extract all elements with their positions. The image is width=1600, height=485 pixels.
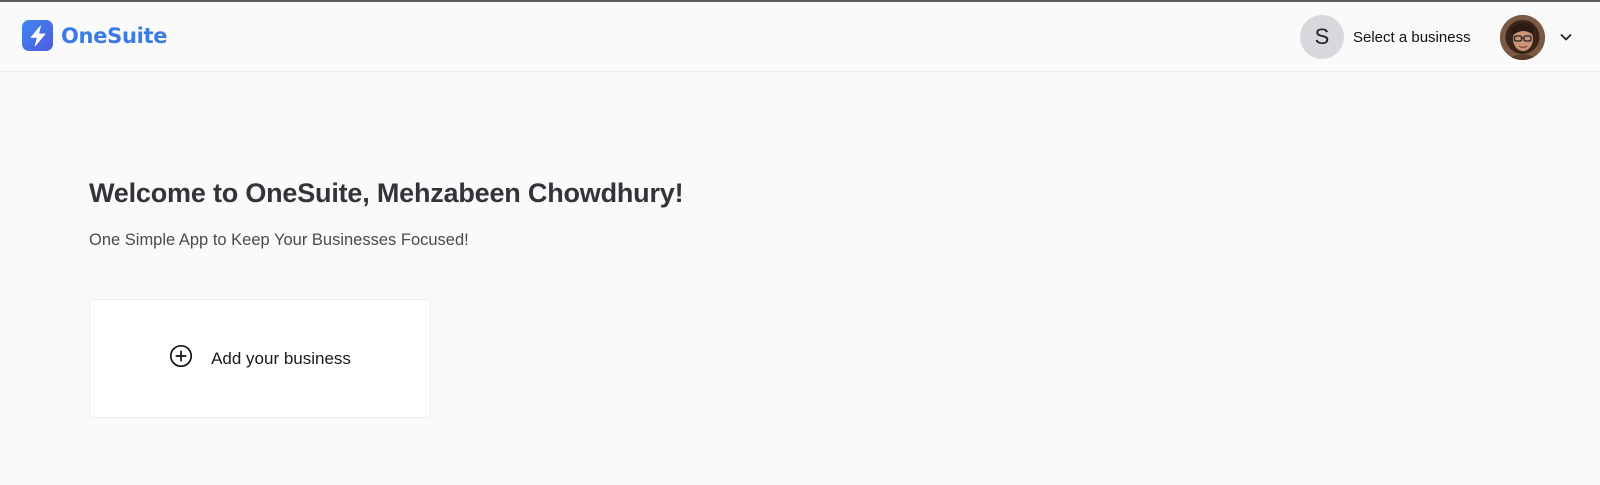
welcome-tagline: One Simple App to Keep Your Businesses F…: [89, 231, 469, 249]
chevron-down-icon[interactable]: [1558, 29, 1574, 45]
welcome-section: Welcome to OneSuite, Mehzabeen Chowdhury…: [89, 178, 684, 250]
app-name: OneSuite: [61, 23, 168, 48]
business-avatar: S: [1300, 15, 1344, 59]
add-business-label: Add your business: [211, 348, 351, 368]
add-business-card[interactable]: Add your business: [89, 299, 431, 418]
welcome-heading: Welcome to OneSuite, Mehzabeen Chowdhury…: [89, 178, 684, 208]
business-selector[interactable]: S Select a business: [1300, 15, 1471, 59]
onesuite-logo[interactable]: OneSuite: [22, 20, 168, 51]
lightning-bolt-icon: [22, 20, 53, 51]
plus-circle-icon: [169, 344, 193, 373]
user-avatar[interactable]: [1500, 15, 1545, 60]
top-navbar: OneSuite S Select a business: [0, 2, 1600, 72]
business-selector-label: Select a business: [1353, 28, 1471, 46]
